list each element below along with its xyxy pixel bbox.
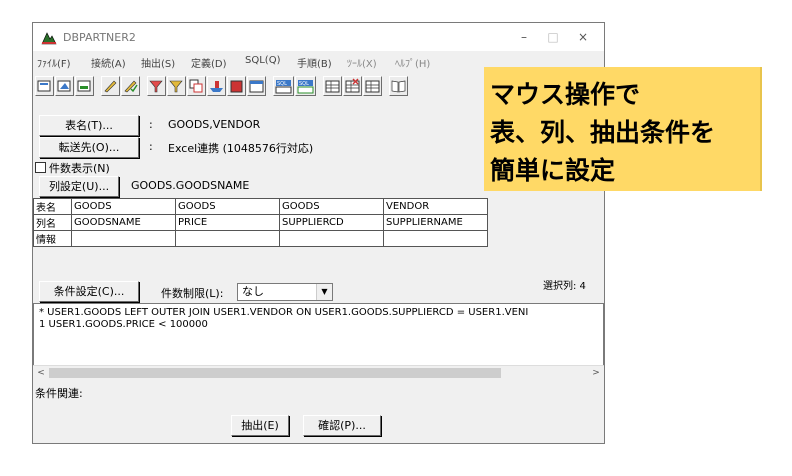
- confirm-button[interactable]: 確認(P)...: [303, 415, 381, 436]
- minimize-button[interactable]: –: [509, 28, 539, 46]
- grid-cell[interactable]: VENDOR: [383, 198, 488, 215]
- table-row: 列名 GOODSNAME PRICE SUPPLIERCD SUPPLIERNA…: [33, 214, 488, 231]
- dest-colon: :: [149, 140, 153, 153]
- menu-help[interactable]: ﾍﾙﾌﾟ(H): [395, 55, 430, 70]
- filter2-icon[interactable]: [167, 76, 186, 96]
- window-icon[interactable]: [247, 76, 266, 96]
- grid-cell[interactable]: GOODS: [279, 198, 384, 215]
- open-icon[interactable]: [35, 76, 54, 96]
- export-icon[interactable]: [75, 76, 94, 96]
- save-icon[interactable]: [55, 76, 74, 96]
- menu-file[interactable]: ﾌｧｲﾙ(F): [37, 55, 71, 70]
- destination-button[interactable]: 転送先(O)...: [39, 137, 139, 158]
- scroll-left-icon[interactable]: <: [34, 366, 48, 380]
- limit-value: なし: [242, 285, 264, 298]
- grid-cell[interactable]: GOODS: [71, 198, 176, 215]
- callout-line: 簡単に設定: [490, 156, 616, 185]
- selected-columns: 選択列: 4: [543, 281, 586, 292]
- menu-tools[interactable]: ﾂｰﾙ(X): [347, 55, 377, 70]
- copy-icon[interactable]: [187, 76, 206, 96]
- count-checkbox[interactable]: [35, 162, 46, 173]
- svg-text:SQL: SQL: [277, 81, 287, 87]
- horizontal-scrollbar[interactable]: < >: [33, 365, 604, 380]
- svg-text:SQL: SQL: [299, 81, 309, 87]
- column-value: GOODS.GOODSNAME: [131, 179, 250, 192]
- table-delete-icon[interactable]: [343, 76, 362, 96]
- grid-cell[interactable]: [279, 230, 384, 247]
- chevron-down-icon[interactable]: ▼: [316, 284, 332, 300]
- table-row: 表名 GOODS GOODS GOODS VENDOR: [33, 198, 488, 215]
- menu-extract[interactable]: 抽出(S): [141, 55, 175, 70]
- limit-label: 件数制限(L):: [161, 287, 224, 300]
- scroll-thumb[interactable]: [49, 368, 501, 378]
- table-colon: :: [149, 118, 153, 131]
- grid-cell[interactable]: [71, 230, 176, 247]
- count-checkbox-label: 件数表示(N): [49, 162, 110, 175]
- scroll-right-icon[interactable]: >: [589, 366, 603, 380]
- callout-line: 表、列、抽出条件を: [490, 118, 716, 147]
- feature-callout: マウス操作で 表、列、抽出条件を 簡単に設定: [484, 67, 762, 191]
- row-header-column: 列名: [33, 214, 72, 231]
- condition-relation-label: 条件関連:: [35, 387, 83, 400]
- row-header-table: 表名: [33, 198, 72, 215]
- sql-run-icon[interactable]: SQL: [273, 76, 294, 96]
- grid-cell[interactable]: PRICE: [175, 214, 280, 231]
- condition-settings-button[interactable]: 条件設定(C)...: [39, 281, 139, 302]
- grid-cell[interactable]: SUPPLIERNAME: [383, 214, 488, 231]
- maximize-button[interactable]: □: [538, 28, 568, 46]
- table-value: GOODS,VENDOR: [168, 118, 261, 131]
- grid-cell[interactable]: GOODSNAME: [71, 214, 176, 231]
- check-icon[interactable]: [121, 76, 140, 96]
- callout-line: マウス操作で: [490, 80, 641, 109]
- book-icon[interactable]: [389, 76, 408, 96]
- grid-cell[interactable]: [383, 230, 488, 247]
- edit-icon[interactable]: [101, 76, 120, 96]
- window-title: DBPARTNER2: [63, 31, 136, 44]
- grid-cell[interactable]: SUPPLIERCD: [279, 214, 384, 231]
- column-settings-button[interactable]: 列設定(U)...: [39, 176, 119, 197]
- table-edit-icon[interactable]: [363, 76, 382, 96]
- column-grid: 表名 GOODS GOODS GOODS VENDOR 列名 GOODSNAME…: [33, 198, 488, 247]
- menu-procedure[interactable]: 手順(B): [297, 55, 332, 70]
- condition-line: 1 USER1.GOODS.PRICE < 100000: [39, 319, 208, 330]
- title-bar: DBPARTNER2 – □ ×: [33, 23, 604, 51]
- table-name-button[interactable]: 表名(T)...: [39, 115, 139, 136]
- menu-sql[interactable]: SQL(Q): [245, 55, 280, 66]
- destination-value: Excel連携 (1048576行対応): [168, 142, 314, 155]
- row-header-info: 情報: [33, 230, 72, 247]
- menu-connect[interactable]: 接続(A): [91, 55, 126, 70]
- condition-line: * USER1.GOODS LEFT OUTER JOIN USER1.VEND…: [39, 307, 529, 318]
- limit-select[interactable]: なし ▼: [237, 283, 333, 301]
- table-row: 情報: [33, 230, 488, 247]
- extract-button[interactable]: 抽出(E): [231, 415, 289, 436]
- filter-icon[interactable]: [147, 76, 166, 96]
- menu-define[interactable]: 定義(D): [191, 55, 227, 70]
- app-logo-icon: [41, 31, 57, 45]
- sql-add-icon[interactable]: SQL: [295, 76, 316, 96]
- close-button[interactable]: ×: [568, 28, 598, 46]
- table-icon[interactable]: [323, 76, 342, 96]
- stop-icon[interactable]: [227, 76, 246, 96]
- grid-cell[interactable]: [175, 230, 280, 247]
- grid-cell[interactable]: GOODS: [175, 198, 280, 215]
- ship-icon[interactable]: [207, 76, 226, 96]
